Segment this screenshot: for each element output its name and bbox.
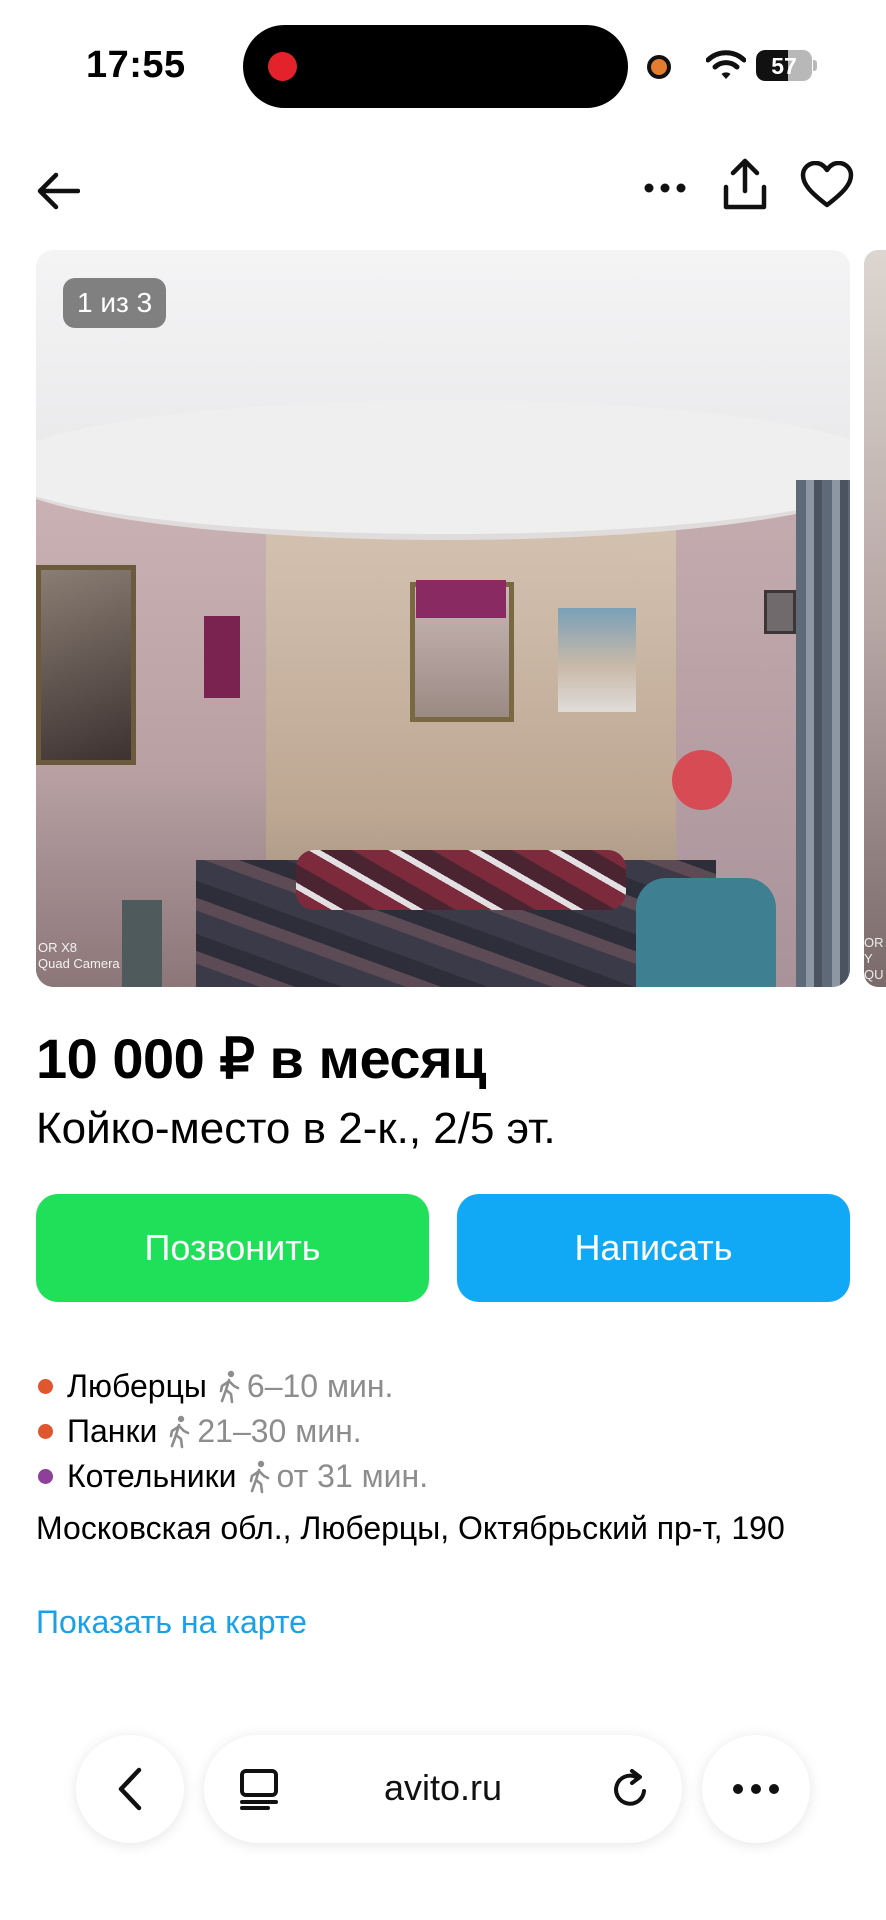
photo-toy	[672, 750, 732, 810]
metro-line-dot	[38, 1379, 53, 1394]
photo-calendar	[558, 608, 636, 712]
metro-station-name: Панки	[67, 1413, 158, 1449]
recording-indicator-icon	[268, 52, 297, 81]
show-on-map-link[interactable]: Показать на карте	[36, 1604, 307, 1641]
listing-address: Московская обл., Люберцы, Октябрьский пр…	[36, 1510, 785, 1546]
metro-station-name: Котельники	[67, 1458, 237, 1494]
photo-decor	[204, 616, 240, 698]
watermark-line: OR X8	[38, 940, 78, 955]
top-navigation	[0, 150, 886, 230]
photo-pillow	[636, 878, 776, 987]
browser-back-button[interactable]	[76, 1735, 184, 1843]
metro-station-name: Люберцы	[67, 1368, 207, 1404]
share-icon[interactable]	[720, 154, 770, 216]
photo-counter: 1 из 3	[63, 278, 167, 328]
dynamic-island	[243, 25, 628, 108]
photo-frame	[764, 590, 796, 634]
write-button[interactable]: Написать	[457, 1194, 850, 1302]
chevron-left-icon	[118, 1767, 142, 1811]
photo-bottle	[122, 900, 162, 987]
metro-line-dot	[38, 1424, 53, 1439]
camera-watermark: OR X8 Quad Camera	[38, 940, 120, 972]
walking-icon	[219, 1370, 240, 1403]
metro-item: Котельники от 31 мин.	[36, 1454, 856, 1499]
walking-icon	[170, 1415, 190, 1448]
next-photo-preview[interactable]	[864, 250, 886, 987]
watermark-line: OR	[864, 935, 884, 950]
photo-curtain	[796, 480, 850, 987]
photo-gallery[interactable]: 1 из 3 OR X8 Quad Camera	[36, 250, 850, 987]
metro-item: Панки 21–30 мин.	[36, 1409, 856, 1454]
more-horizontal-icon	[733, 1784, 779, 1794]
arrow-left-icon[interactable]	[32, 168, 84, 214]
metro-list: Люберцы 6–10 мин. Панки 21–30 мин. Котел…	[36, 1364, 856, 1499]
photo-decor	[416, 580, 506, 618]
listing-price: 10 000 ₽ в месяц	[36, 1027, 487, 1090]
browser-address-bar[interactable]: avito.ru	[204, 1735, 682, 1843]
more-horizontal-icon[interactable]	[638, 166, 692, 210]
status-time: 17:55	[86, 44, 186, 86]
photo-wall-painting	[36, 565, 136, 765]
battery-percent: 57	[771, 53, 797, 79]
metro-line-dot	[38, 1469, 53, 1484]
walking-icon	[249, 1460, 269, 1493]
camera-watermark: OR Y QU	[864, 935, 886, 983]
walk-time: от 31 мин.	[276, 1458, 429, 1494]
photo-ceiling-curve	[36, 400, 850, 540]
camera-indicator-icon	[647, 55, 671, 79]
metro-item: Люберцы 6–10 мин.	[36, 1364, 856, 1409]
reload-icon[interactable]	[610, 1767, 652, 1811]
battery-icon: 57	[756, 50, 812, 81]
walk-time: 21–30 мин.	[197, 1413, 362, 1449]
browser-toolbar: avito.ru	[0, 1720, 886, 1920]
walk-time: 6–10 мин.	[246, 1368, 394, 1404]
browser-more-button[interactable]	[702, 1735, 810, 1843]
battery-cap	[813, 60, 817, 71]
listing-title: Койко-место в 2-к., 2/5 эт.	[36, 1104, 556, 1153]
watermark-line: Y QU	[864, 951, 884, 982]
heart-outline-icon[interactable]	[798, 158, 856, 212]
status-bar: 17:55 57	[0, 0, 886, 130]
watermark-line: Quad Camera	[38, 956, 120, 971]
call-button[interactable]: Позвонить	[36, 1194, 429, 1302]
photo-blanket	[296, 850, 626, 910]
wifi-icon	[706, 50, 746, 79]
